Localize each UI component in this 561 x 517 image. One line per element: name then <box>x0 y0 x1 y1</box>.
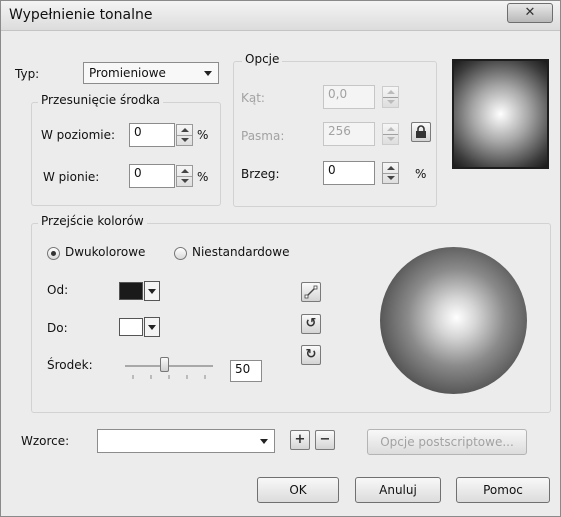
to-color-dropdown[interactable] <box>144 317 160 337</box>
window-title: Wypełnienie tonalne <box>9 7 153 23</box>
chevron-down-icon <box>148 325 156 330</box>
to-color-swatch <box>119 318 143 336</box>
midpoint-slider-thumb[interactable] <box>160 357 169 372</box>
spin-down-icon <box>387 100 395 104</box>
two-color-label: Dwukolorowe <box>65 245 146 259</box>
postscript-options-label: Opcje postscriptowe... <box>380 435 514 449</box>
line-direction-icon <box>304 285 318 299</box>
close-icon: ✕ <box>524 5 536 20</box>
chevron-down-icon <box>148 289 156 294</box>
edge-value: 0 <box>328 163 336 177</box>
edge-unit: % <box>415 167 427 181</box>
postscript-options-button[interactable]: Opcje postscriptowe... <box>367 429 527 455</box>
fill-type-label: Typ: <box>15 67 40 81</box>
spin-down-icon <box>387 176 395 180</box>
cancel-button[interactable]: Anuluj <box>355 477 441 503</box>
clockwise-button[interactable]: ↻ <box>301 345 321 365</box>
steps-spinner[interactable] <box>382 123 399 145</box>
angle-input[interactable]: 0,0 <box>323 85 375 109</box>
vertical-offset-spinner[interactable] <box>176 165 193 187</box>
help-button[interactable]: Pomoc <box>456 477 550 503</box>
remove-preset-button[interactable]: − <box>315 430 335 450</box>
help-label: Pomoc <box>483 483 523 497</box>
horizontal-offset-spinner[interactable] <box>176 124 193 146</box>
slider-tick <box>204 375 206 379</box>
vertical-offset-value: 0 <box>134 166 142 180</box>
center-offset-group: Przesunięcie środka <box>31 93 221 206</box>
spin-up-icon <box>387 90 395 94</box>
angle-spinner[interactable] <box>382 86 399 108</box>
horizontal-offset-input[interactable]: 0 <box>129 123 175 147</box>
midpoint-label: Środek: <box>47 358 93 372</box>
from-color-swatch <box>119 282 143 300</box>
dialog-window: Wypełnienie tonalne ✕ Typ: Promieniowe P… <box>0 0 561 517</box>
counterclockwise-icon: ↺ <box>305 316 317 331</box>
custom-radio[interactable] <box>174 247 187 260</box>
spin-up-icon <box>181 169 189 173</box>
ok-label: OK <box>289 483 307 497</box>
steps-value: 256 <box>328 124 351 138</box>
spin-down-icon <box>181 138 189 142</box>
cancel-label: Anuluj <box>379 483 417 497</box>
midpoint-input[interactable]: 50 <box>230 360 262 382</box>
line-direction-button[interactable] <box>301 282 321 302</box>
gradient-preview <box>452 59 549 169</box>
steps-label: Pasma: <box>241 129 285 143</box>
horizontal-offset-label: W poziomie: <box>41 128 116 142</box>
vertical-offset-label: W pionie: <box>43 170 100 184</box>
from-color-dropdown[interactable] <box>144 281 160 301</box>
custom-label: Niestandardowe <box>192 245 290 259</box>
color-blend-title: Przejście kolorów <box>38 214 147 228</box>
spin-down-icon <box>181 179 189 183</box>
angle-label: Kąt: <box>241 91 265 105</box>
slider-tick <box>168 375 170 379</box>
minus-icon: − <box>319 432 331 447</box>
chevron-down-icon <box>260 439 268 444</box>
midpoint-slider-track[interactable] <box>125 365 213 367</box>
slider-tick <box>186 375 188 379</box>
vertical-offset-unit: % <box>197 170 209 184</box>
from-color-label: Od: <box>47 283 69 297</box>
fill-type-value: Promieniowe <box>89 66 166 80</box>
presets-select[interactable] <box>97 429 275 453</box>
edge-input[interactable]: 0 <box>323 161 375 185</box>
steps-input[interactable]: 256 <box>323 122 375 146</box>
color-blend-preview <box>380 247 527 394</box>
vertical-offset-input[interactable]: 0 <box>129 164 175 188</box>
spin-up-icon <box>181 128 189 132</box>
options-title: Opcje <box>242 52 283 66</box>
to-color-label: Do: <box>47 321 68 335</box>
angle-value: 0,0 <box>328 87 348 101</box>
center-offset-title: Przesunięcie środka <box>38 93 163 107</box>
spin-up-icon <box>387 166 395 170</box>
title-bar[interactable]: Wypełnienie tonalne ✕ <box>1 1 560 31</box>
steps-lock-button[interactable] <box>411 122 431 142</box>
horizontal-offset-unit: % <box>197 128 209 142</box>
clockwise-icon: ↻ <box>305 347 317 362</box>
presets-label: Wzorce: <box>21 434 70 448</box>
lock-icon <box>416 125 426 138</box>
add-preset-button[interactable]: + <box>290 430 310 450</box>
edge-label: Brzeg: <box>241 167 280 181</box>
close-button[interactable]: ✕ <box>507 3 553 23</box>
slider-tick <box>132 375 134 379</box>
midpoint-value: 50 <box>235 362 251 376</box>
slider-tick <box>150 375 152 379</box>
spin-down-icon <box>387 137 395 141</box>
chevron-down-icon <box>204 71 212 76</box>
spin-up-icon <box>387 127 395 131</box>
counterclockwise-button[interactable]: ↺ <box>301 314 321 334</box>
fill-type-select[interactable]: Promieniowe <box>83 62 219 84</box>
edge-spinner[interactable] <box>382 162 399 184</box>
ok-button[interactable]: OK <box>257 477 339 503</box>
two-color-radio[interactable] <box>47 247 60 260</box>
plus-icon: + <box>294 432 306 447</box>
horizontal-offset-value: 0 <box>134 125 142 139</box>
